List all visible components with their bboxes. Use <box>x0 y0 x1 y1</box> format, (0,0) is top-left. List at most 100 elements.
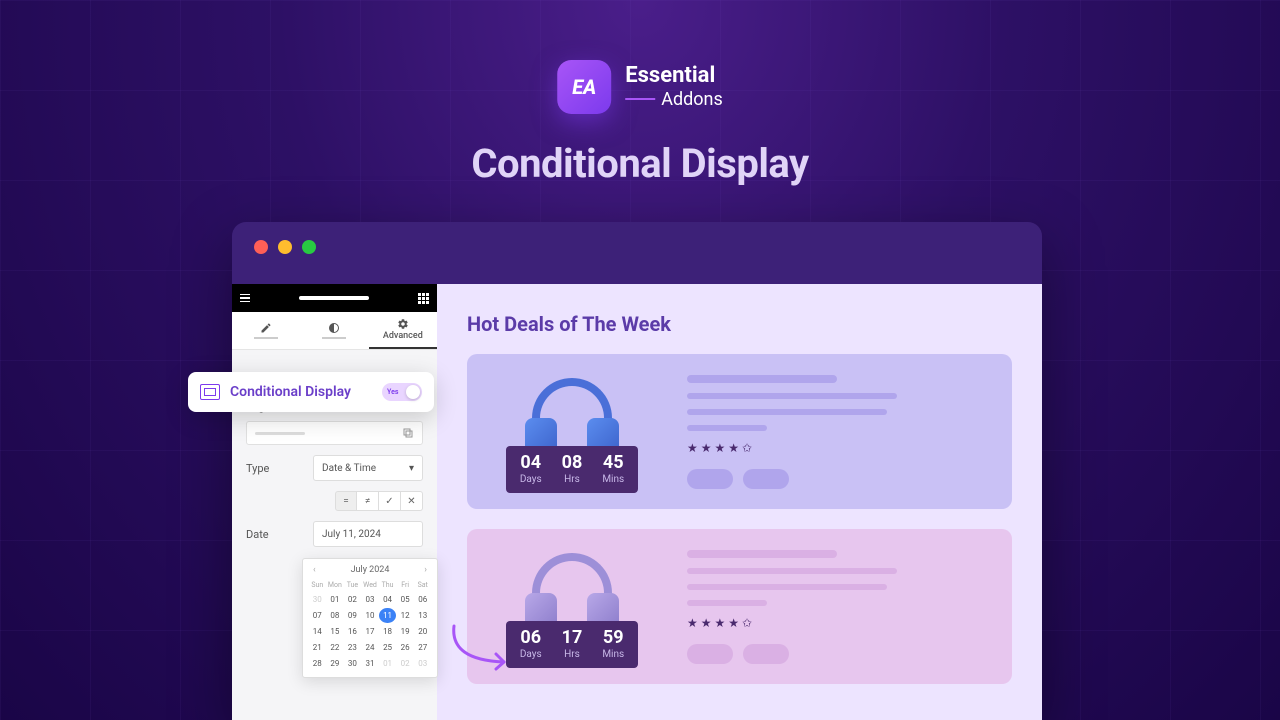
calendar-day[interactable]: 17 <box>362 624 379 639</box>
editor-tabs: Advanced <box>232 312 437 350</box>
op-close-button[interactable]: ✕ <box>401 491 423 511</box>
calendar-day[interactable]: 14 <box>309 624 326 639</box>
calendar-day[interactable]: 02 <box>344 592 361 607</box>
calendar-prev-button[interactable]: ‹ <box>309 565 320 575</box>
tab-advanced[interactable]: Advanced <box>369 312 437 349</box>
hamburger-icon[interactable] <box>240 294 250 303</box>
calendar-dow: Thu <box>379 579 396 591</box>
calendar-day[interactable]: 03 <box>362 592 379 607</box>
op-check-button[interactable]: ✓ <box>379 491 401 511</box>
tab-style[interactable] <box>300 312 368 349</box>
skeleton-line <box>687 393 897 399</box>
calendar-day[interactable]: 08 <box>327 608 344 623</box>
calendar-day[interactable]: 28 <box>309 656 326 671</box>
conditional-display-toggle[interactable]: Yes <box>382 383 422 401</box>
cd-days-value: 06 <box>520 629 542 647</box>
rating-stars: ★ ★ ★ ★ ✩ <box>687 616 992 630</box>
calendar-day[interactable]: 29 <box>327 656 344 671</box>
cd-hrs-value: 08 <box>562 454 583 472</box>
calendar-day[interactable]: 01 <box>327 592 344 607</box>
calendar-day[interactable]: 21 <box>309 640 326 655</box>
traffic-lights <box>232 222 1042 272</box>
drag-handle-icon[interactable] <box>299 296 369 300</box>
calendar-day-dim[interactable]: 01 <box>379 656 396 671</box>
calendar-month: July 2024 <box>351 565 390 575</box>
calendar-day[interactable]: 10 <box>362 608 379 623</box>
calendar-day[interactable]: 06 <box>414 592 431 607</box>
conditional-display-label: Conditional Display <box>230 384 372 400</box>
calendar-dow: Tue <box>344 579 361 591</box>
countdown: 06Days 17Hrs 59Mins <box>506 621 638 668</box>
brand-name-1: Essential <box>625 65 723 87</box>
tab-content[interactable] <box>232 312 300 349</box>
copy-icon[interactable] <box>402 427 414 439</box>
deal-card: 04Days 08Hrs 45Mins ★ ★ ★ ★ ✩ <box>467 354 1012 509</box>
calendar-day[interactable]: 24 <box>362 640 379 655</box>
brand-badge: EA <box>557 60 611 114</box>
skeleton-title <box>687 375 837 383</box>
deal-card: 06Days 17Hrs 59Mins ★ ★ ★ ★ ✩ <box>467 529 1012 684</box>
calendar-dow: Sun <box>309 579 326 591</box>
calendar-day-dim[interactable]: 03 <box>414 656 431 671</box>
calendar-day-dim[interactable]: 02 <box>397 656 414 671</box>
brand-text: Essential Addons <box>625 65 723 110</box>
contrast-icon <box>328 322 340 334</box>
cd-hrs-label: Hrs <box>562 649 583 660</box>
calendar-next-button[interactable]: › <box>420 565 431 575</box>
calendar-day[interactable]: 27 <box>414 640 431 655</box>
calendar-day[interactable]: 13 <box>414 608 431 623</box>
type-select[interactable]: Date & Time ▾ <box>313 455 423 481</box>
date-input[interactable]: July 11, 2024 <box>313 521 423 547</box>
calendar-dow: Sat <box>414 579 431 591</box>
calendar-day[interactable]: 26 <box>397 640 414 655</box>
grid-icon[interactable] <box>418 293 429 304</box>
calendar-day[interactable]: 31 <box>362 656 379 671</box>
minimize-icon[interactable] <box>278 240 292 254</box>
date-value: July 11, 2024 <box>322 529 381 540</box>
calendar-day[interactable]: 11 <box>379 608 396 623</box>
skeleton-line <box>687 409 887 415</box>
countdown: 04Days 08Hrs 45Mins <box>506 446 638 493</box>
hero-title: Conditional Display <box>471 140 808 187</box>
logics-item[interactable] <box>246 421 423 445</box>
op-equals-button[interactable]: = <box>335 491 357 511</box>
calendar-day[interactable]: 19 <box>397 624 414 639</box>
calendar-day[interactable]: 07 <box>309 608 326 623</box>
calendar-day[interactable]: 25 <box>379 640 396 655</box>
skeleton-line <box>687 600 767 606</box>
close-icon[interactable] <box>254 240 268 254</box>
cd-mins-label: Mins <box>602 649 624 660</box>
chevron-down-icon: ▾ <box>409 463 414 474</box>
calendar-day[interactable]: 15 <box>327 624 344 639</box>
calendar-day[interactable]: 22 <box>327 640 344 655</box>
skeleton-line <box>687 584 887 590</box>
toggle-yes-label: Yes <box>387 388 398 396</box>
calendar-day[interactable]: 04 <box>379 592 396 607</box>
calendar-dow: Wed <box>362 579 379 591</box>
cd-hrs-value: 17 <box>562 629 583 647</box>
calendar-popup: ‹ July 2024 › SunMonTueWedThuFriSat30010… <box>302 558 438 678</box>
conditional-display-popup: Conditional Display Yes <box>188 372 434 412</box>
brand-logo: EA Essential Addons <box>557 60 723 114</box>
op-not-equals-button[interactable]: ≠ <box>357 491 379 511</box>
calendar-day[interactable]: 12 <box>397 608 414 623</box>
maximize-icon[interactable] <box>302 240 316 254</box>
calendar-day[interactable]: 09 <box>344 608 361 623</box>
calendar-day[interactable]: 18 <box>379 624 396 639</box>
calendar-day-dim[interactable]: 30 <box>309 592 326 607</box>
calendar-day[interactable]: 20 <box>414 624 431 639</box>
calendar-day[interactable]: 05 <box>397 592 414 607</box>
type-label: Type <box>246 462 269 475</box>
cd-mins-label: Mins <box>602 474 624 485</box>
editor-topbar <box>232 284 437 312</box>
skeleton-pill <box>743 469 789 489</box>
brand-name-2: Addons <box>625 89 723 110</box>
skeleton-pill <box>687 644 733 664</box>
calendar-dow: Mon <box>327 579 344 591</box>
calendar-day[interactable]: 30 <box>344 656 361 671</box>
cd-days-label: Days <box>520 474 542 485</box>
calendar-day[interactable]: 23 <box>344 640 361 655</box>
calendar-day[interactable]: 16 <box>344 624 361 639</box>
skeleton-title <box>687 550 837 558</box>
pencil-icon <box>260 322 272 334</box>
